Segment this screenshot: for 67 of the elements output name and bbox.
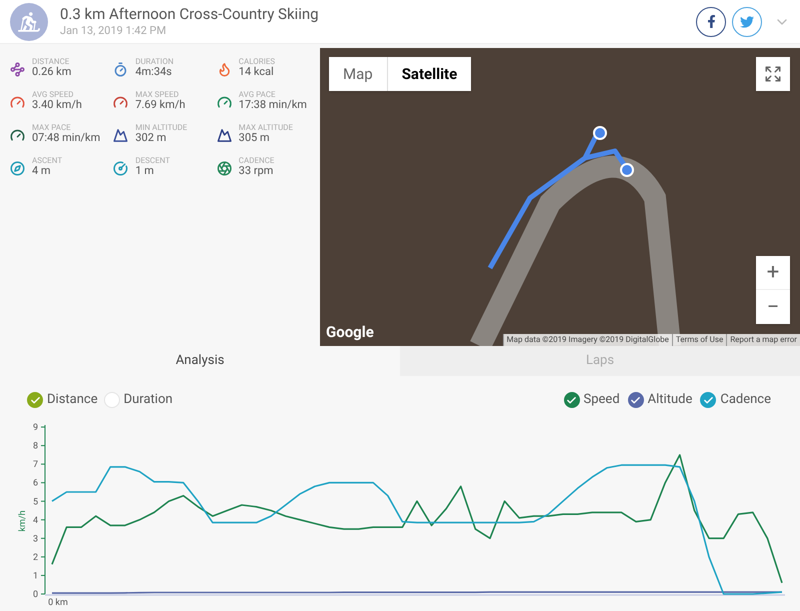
axis-label: km/h — [18, 510, 28, 532]
tick-label: 8 — [32, 442, 38, 452]
map-type-tab[interactable]: Map — [329, 57, 388, 91]
stat-label: MAX ALTITUDE — [238, 124, 293, 132]
gauge-icon — [10, 94, 25, 110]
skier-icon — [18, 10, 40, 32]
stat-label: ASCENT — [32, 156, 62, 166]
stat-value: 302 m — [135, 132, 168, 144]
stat-value: 3.40 km/h — [32, 99, 82, 111]
mountain-icon — [113, 128, 128, 143]
stat-label: MAX SPEED — [135, 90, 180, 100]
stat-label: DURATION — [135, 58, 174, 66]
stat-label: MIN ALTITUDE — [135, 124, 188, 132]
tick-label: 5 — [32, 497, 38, 508]
tick-label: 6 — [32, 478, 38, 489]
wheel-icon — [216, 160, 232, 176]
tick-label: 2 — [32, 552, 38, 563]
stat-label: DISTANCE — [32, 58, 70, 66]
legend-toggle[interactable]: Cadence — [700, 390, 771, 410]
stat-value: 17:38 min/km — [238, 99, 307, 111]
activity-title: 0.3 km Afternoon Cross-Country Skiing — [60, 5, 319, 24]
mountain-icon — [216, 128, 232, 143]
stat-value: 1 m — [135, 165, 155, 177]
facebook-button[interactable] — [696, 6, 726, 36]
satellite-map[interactable]: Map Satellite + − Google Map data ©2019 Imagery ©2019 DigitalGlobe Terms of Use Report a map error — [320, 48, 800, 346]
compass-icon — [10, 160, 25, 176]
distance-icon — [10, 62, 25, 77]
zoom-in-button[interactable]: + — [756, 256, 790, 290]
legend-toggle[interactable]: Distance — [27, 390, 98, 410]
gauge-icon — [113, 94, 128, 110]
twitter-button[interactable] — [732, 6, 762, 36]
stat-label: DESCENT — [135, 156, 170, 166]
fullscreen-icon — [764, 65, 782, 83]
tick-label: 1 — [32, 571, 38, 582]
tick-label: 7 — [32, 460, 38, 470]
tick-label: 0 km — [48, 598, 68, 607]
stat-value: 4m:34s — [135, 66, 173, 78]
activity-date: Jan 13, 2019 1:42 PM — [60, 24, 168, 38]
gauge-icon — [216, 94, 232, 110]
legend-toggle[interactable]: Speed — [564, 390, 620, 410]
flame-icon — [216, 62, 232, 77]
legend-toggle[interactable]: Altitude — [628, 390, 692, 410]
map-logo: Google — [326, 322, 374, 342]
map-type-tab[interactable]: Satellite — [388, 57, 472, 91]
tick-label: 0 — [32, 590, 38, 600]
bird-icon — [740, 14, 754, 28]
stat-value: 0.26 km — [32, 66, 72, 78]
tick-label: 3 — [32, 534, 38, 544]
tick-label: 9 — [32, 423, 38, 434]
stat-label: CADENCE — [238, 156, 274, 166]
stat-label: AVG PACE — [238, 90, 276, 100]
stat-value: 33 rpm — [238, 165, 274, 177]
gauge-icon — [10, 128, 25, 143]
stat-value: 305 m — [238, 132, 271, 144]
stat-label: CALORIES — [238, 58, 276, 66]
stat-value: 14 kcal — [238, 66, 275, 78]
fullscreen-button[interactable] — [756, 57, 790, 91]
stopwatch-icon — [113, 62, 128, 77]
tick-label: 4 — [32, 516, 38, 526]
stat-value: 4 m — [32, 165, 52, 177]
stat-label: MAX PACE — [32, 124, 72, 132]
stat-label: AVG SPEED — [32, 90, 74, 100]
gauge-icon — [113, 160, 128, 176]
stat-value: 07:48 min/km — [32, 132, 100, 144]
zoom-out-button[interactable]: − — [756, 290, 790, 324]
stat-value: 7.69 km/h — [135, 99, 186, 111]
legend-toggle[interactable]: Duration — [104, 390, 173, 410]
